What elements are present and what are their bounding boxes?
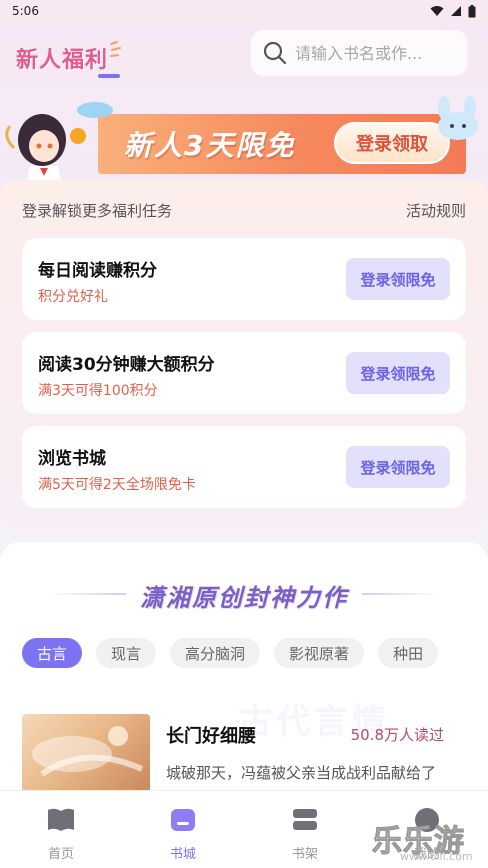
book-title: 长门好细腰 — [166, 726, 256, 747]
header: 新人福利 — [0, 28, 488, 88]
page-title: 新人福利 — [16, 48, 109, 73]
tag-adaptation[interactable]: 影视原著 — [274, 638, 365, 668]
status-bar: 5:06 — [0, 0, 488, 22]
task-title: 每日阅读赚积分 — [38, 261, 157, 281]
bunny-mascot-icon — [438, 96, 478, 140]
task-subtitle: 积分兑好礼 — [38, 289, 108, 305]
tab-label: 我的 — [413, 847, 440, 862]
task-login-button[interactable]: 登录领限免 — [346, 352, 450, 394]
profile-icon — [412, 805, 442, 835]
book-open-icon — [46, 805, 76, 835]
task-panel-header: 登录解锁更多福利任务 活动规则 — [22, 200, 466, 221]
task-login-button[interactable]: 登录领限免 — [346, 258, 450, 300]
tab-bookstore[interactable]: 书城 — [122, 791, 244, 868]
tab-label: 书架 — [291, 847, 318, 862]
book-cover-art-icon — [32, 726, 144, 777]
tab-bookshelf[interactable]: 书架 — [244, 791, 366, 868]
book-cover[interactable] — [22, 714, 150, 794]
search-input[interactable] — [295, 43, 455, 63]
task-item: 浏览书城 满5天可得2天全场限免卡 登录领限免 — [22, 426, 466, 508]
shelf-icon — [290, 805, 320, 835]
task-login-button[interactable]: 登录领限免 — [346, 446, 450, 488]
book-description: 城破那天，冯蕴被父亲当成战利品献给了 — [166, 764, 437, 782]
signal-icon — [451, 6, 461, 16]
search-bar[interactable] — [251, 30, 467, 76]
tag-guyan[interactable]: 古言 — [22, 638, 83, 668]
sparkle-icon — [110, 41, 121, 57]
task-title: 阅读30分钟赚大额积分 — [38, 355, 215, 375]
section-title: 潇湘原创封神力作 — [140, 583, 348, 612]
battery-icon — [468, 4, 476, 17]
task-subtitle: 满5天可得2天全场限免卡 — [38, 477, 196, 493]
bookstore-icon — [168, 805, 198, 835]
wifi-icon — [430, 6, 444, 16]
anime-girl-mascot-icon — [5, 102, 113, 186]
task-item: 每日阅读赚积分 积分兑好礼 登录领限免 — [22, 238, 466, 320]
welfare-task-panel: 登录解锁更多福利任务 活动规则 每日阅读赚积分 积分兑好礼 登录领限免 阅读30… — [0, 180, 488, 530]
tag-brain-hole[interactable]: 高分脑洞 — [170, 638, 261, 668]
tag-farming[interactable]: 种田 — [378, 638, 439, 668]
bottom-tab-bar: 首页 书城 书架 我的 — [0, 790, 488, 868]
tab-label: 书城 — [169, 847, 196, 862]
status-time: 5:06 — [12, 4, 39, 18]
task-subtitle: 满3天可得100积分 — [38, 383, 158, 399]
tag-xianyan[interactable]: 现言 — [96, 638, 157, 668]
task-title: 浏览书城 — [38, 449, 106, 469]
activity-rules-link[interactable]: 活动规则 — [406, 200, 466, 221]
genre-tags: 古言 现言 高分脑洞 影视原著 种田 — [22, 638, 439, 668]
status-icons — [430, 4, 476, 18]
task-item: 阅读30分钟赚大额积分 满3天可得100积分 登录领限免 — [22, 332, 466, 414]
search-icon — [263, 41, 287, 65]
banner-headline: 新人3天限免 — [124, 129, 296, 162]
tab-home[interactable]: 首页 — [0, 791, 122, 868]
section-title-wrap: 潇湘原创封神力作 — [0, 570, 488, 620]
book-readers-count: 50.8万人读过 — [350, 726, 444, 744]
tab-profile[interactable]: 我的 — [366, 791, 488, 868]
task-panel-heading: 登录解锁更多福利任务 — [22, 202, 173, 220]
tab-label: 首页 — [47, 847, 74, 862]
promo-banner[interactable]: 新人3天限免 登录领取 — [0, 96, 488, 186]
title-underline — [98, 74, 120, 78]
